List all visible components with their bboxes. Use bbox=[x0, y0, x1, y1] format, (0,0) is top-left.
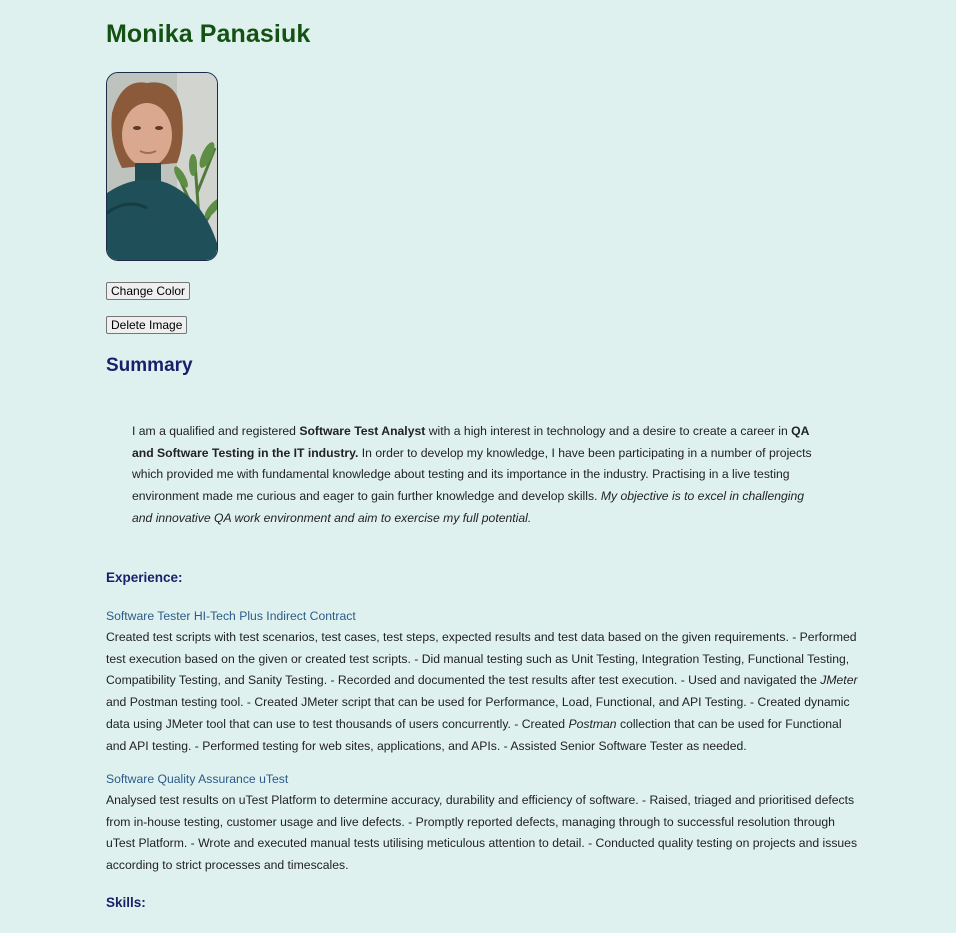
job-desc-part: Created test scripts with test scenarios… bbox=[106, 630, 857, 688]
job-title: Software Quality Assurance uTest bbox=[106, 772, 289, 786]
experience-heading: Experience: bbox=[106, 570, 183, 585]
profile-photo bbox=[106, 72, 218, 261]
summary-heading: Summary bbox=[106, 355, 193, 376]
job-desc-tool: Postman bbox=[568, 716, 617, 731]
skills-heading: Skills: bbox=[106, 895, 146, 910]
page-title: Monika Panasiuk bbox=[106, 20, 311, 48]
job-title: Software Tester HI-Tech Plus Indirect Co… bbox=[106, 609, 356, 623]
job-desc-tool: JMeter bbox=[820, 673, 858, 688]
summary-text: I am a qualified and registered Software… bbox=[132, 421, 812, 530]
change-color-button[interactable]: Change Color bbox=[106, 282, 191, 300]
summary-text-part: I am a qualified and registered bbox=[132, 424, 300, 438]
summary-text-part: with a high interest in technology and a… bbox=[425, 424, 792, 438]
summary-bold-role: Software Test Analyst bbox=[299, 424, 426, 438]
profile-photo-image bbox=[107, 73, 217, 260]
job-description: Created test scripts with test scenarios… bbox=[106, 627, 861, 757]
job-description: Analysed test results on uTest Platform … bbox=[106, 793, 858, 873]
delete-image-button[interactable]: Delete Image bbox=[106, 316, 188, 334]
